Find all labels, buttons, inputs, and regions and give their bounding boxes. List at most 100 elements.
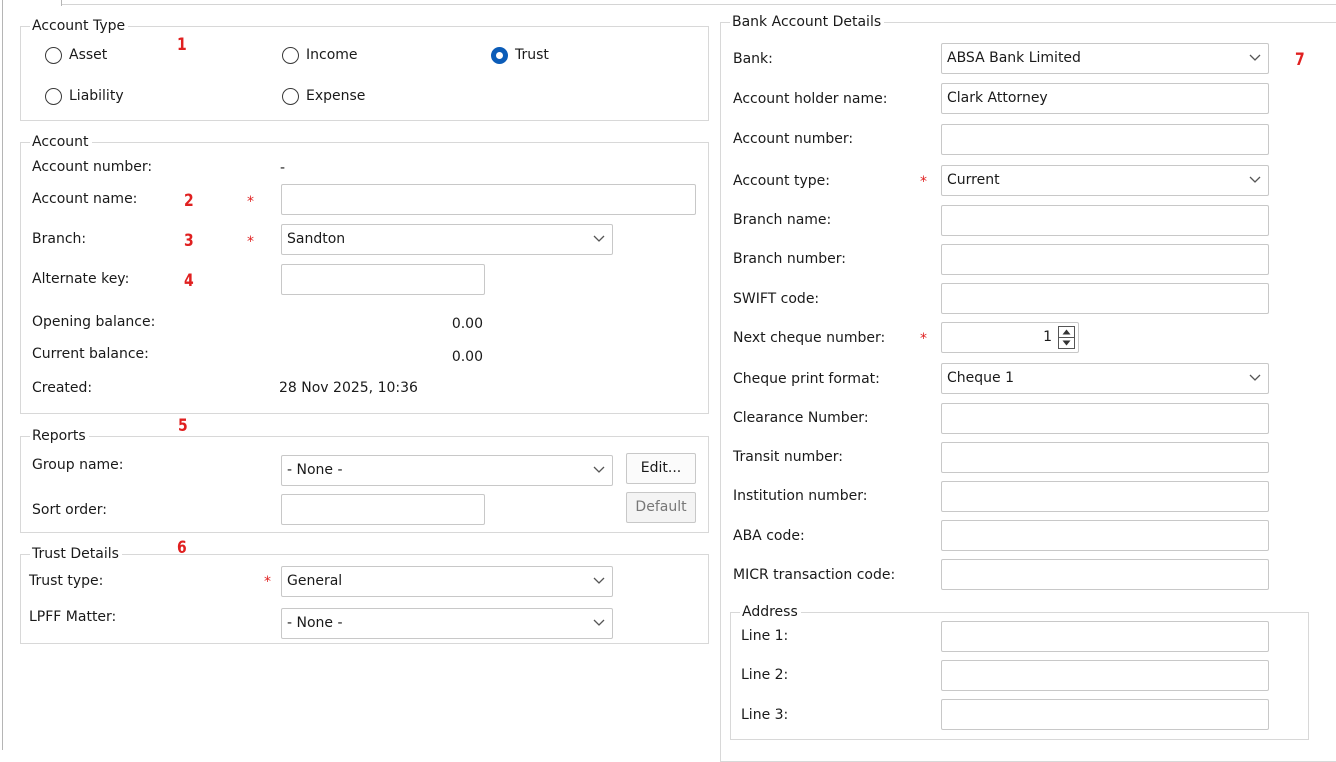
marker-4: 4 xyxy=(184,271,194,291)
next-cheque-number-stepper[interactable]: 1 xyxy=(941,322,1079,353)
institution-number-input[interactable] xyxy=(941,481,1269,512)
lpff-matter-select[interactable]: - None - xyxy=(281,608,613,639)
bank-select-value: ABSA Bank Limited xyxy=(947,50,1081,66)
chevron-down-icon xyxy=(593,577,605,584)
active-tab[interactable] xyxy=(2,0,62,6)
lpff-matter-label: LPFF Matter: xyxy=(29,609,117,625)
aba-code-label: ABA code: xyxy=(733,528,805,544)
default-button[interactable]: Default xyxy=(626,492,696,523)
account-type-legend: Account Type xyxy=(30,17,129,35)
account-name-input[interactable] xyxy=(281,184,696,215)
bank-account-details-legend: Bank Account Details xyxy=(730,13,885,31)
cheque-print-format-select-value: Cheque 1 xyxy=(947,370,1014,386)
branch-name-label: Branch name: xyxy=(733,212,832,228)
radio-trust-circle[interactable] xyxy=(491,47,508,64)
address-line-2-input[interactable] xyxy=(941,660,1269,691)
marker-3: 3 xyxy=(184,231,194,251)
chevron-down-icon xyxy=(593,235,605,242)
branch-label: Branch: xyxy=(32,231,87,247)
opening-balance-label: Opening balance: xyxy=(32,314,156,330)
institution-number-label: Institution number: xyxy=(733,488,868,504)
radio-income-label: Income xyxy=(306,47,358,63)
transit-number-label: Transit number: xyxy=(733,449,843,465)
bank-account-number-input[interactable] xyxy=(941,124,1269,155)
next-cheque-number-value: 1 xyxy=(1043,329,1052,345)
micr-transaction-code-input[interactable] xyxy=(941,559,1269,590)
account-type-label: Account type: xyxy=(733,173,830,189)
current-balance-label: Current balance: xyxy=(32,346,149,362)
trust-type-select[interactable]: General xyxy=(281,566,613,597)
address-line-3-label: Line 3: xyxy=(741,707,789,723)
radio-income-circle[interactable] xyxy=(282,47,299,64)
trust-type-label: Trust type: xyxy=(29,573,104,589)
account-type-select-value: Current xyxy=(947,172,1000,188)
address-line-1-input[interactable] xyxy=(941,621,1269,652)
account-legend: Account xyxy=(30,133,92,151)
alternate-key-input[interactable] xyxy=(281,264,485,295)
account-holder-name-input[interactable]: Clark Attorney xyxy=(941,83,1269,114)
account-number-value: - xyxy=(280,160,286,176)
branch-name-input[interactable] xyxy=(941,205,1269,236)
stepper-down-icon[interactable] xyxy=(1062,340,1071,346)
clearance-number-label: Clearance Number: xyxy=(733,410,869,426)
tab-strip xyxy=(0,0,1336,8)
radio-asset-circle[interactable] xyxy=(45,47,62,64)
group-name-select-value: - None - xyxy=(287,462,343,478)
address-line-1-label: Line 1: xyxy=(741,628,789,644)
chevron-down-icon xyxy=(593,619,605,626)
created-value: 28 Nov 2025, 10:36 xyxy=(279,380,418,396)
trust-type-required: * xyxy=(264,574,271,590)
address-line-3-input[interactable] xyxy=(941,699,1269,730)
account-holder-name-label: Account holder name: xyxy=(733,91,888,107)
branch-required: * xyxy=(247,234,254,250)
aba-code-input[interactable] xyxy=(941,520,1269,551)
current-balance-value: 0.00 xyxy=(451,349,483,365)
sort-order-input[interactable] xyxy=(281,494,485,525)
reports-legend: Reports xyxy=(30,427,89,445)
bank-account-number-label: Account number: xyxy=(733,131,854,147)
trust-type-select-value: General xyxy=(287,573,343,589)
cheque-print-format-select[interactable]: Cheque 1 xyxy=(941,363,1269,394)
account-type-required: * xyxy=(920,174,927,190)
micr-transaction-code-label: MICR transaction code: xyxy=(733,567,896,583)
marker-2: 2 xyxy=(184,191,194,211)
account-type-select[interactable]: Current xyxy=(941,165,1269,196)
radio-liability-circle[interactable] xyxy=(45,88,62,105)
account-number-label: Account number: xyxy=(32,159,153,175)
window-left-edge xyxy=(2,4,3,750)
marker-5: 5 xyxy=(178,416,188,436)
address-line-2-label: Line 2: xyxy=(741,667,789,683)
stepper-arrows[interactable] xyxy=(1058,326,1075,349)
edit-button[interactable]: Edit... xyxy=(626,453,696,484)
radio-liability-label: Liability xyxy=(69,88,124,104)
account-name-required: * xyxy=(247,194,254,210)
stepper-divider xyxy=(1059,337,1074,338)
alternate-key-label: Alternate key: xyxy=(32,271,130,287)
account-name-label: Account name: xyxy=(32,191,138,207)
chevron-down-icon xyxy=(593,466,605,473)
radio-expense-circle[interactable] xyxy=(282,88,299,105)
group-name-select[interactable]: - None - xyxy=(281,455,613,486)
chevron-down-icon xyxy=(1249,176,1261,183)
transit-number-input[interactable] xyxy=(941,442,1269,473)
chevron-down-icon xyxy=(1249,374,1261,381)
clearance-number-input[interactable] xyxy=(941,403,1269,434)
cheque-print-format-label: Cheque print format: xyxy=(733,371,880,387)
radio-trust-label: Trust xyxy=(515,47,549,63)
bank-select[interactable]: ABSA Bank Limited xyxy=(941,43,1269,74)
branch-number-input[interactable] xyxy=(941,244,1269,275)
swift-code-label: SWIFT code: xyxy=(733,291,820,307)
tab-rule xyxy=(62,4,1336,5)
radio-expense-label: Expense xyxy=(306,88,366,104)
address-legend: Address xyxy=(740,603,801,621)
created-label: Created: xyxy=(32,380,93,396)
stepper-up-icon[interactable] xyxy=(1062,329,1071,335)
swift-code-input[interactable] xyxy=(941,283,1269,314)
next-cheque-required: * xyxy=(920,331,927,347)
branch-number-label: Branch number: xyxy=(733,251,846,267)
branch-select[interactable]: Sandton xyxy=(281,224,613,255)
bank-label: Bank: xyxy=(733,51,773,67)
marker-7: 7 xyxy=(1295,50,1305,70)
group-name-label: Group name: xyxy=(32,457,124,473)
sort-order-label: Sort order: xyxy=(32,502,107,518)
